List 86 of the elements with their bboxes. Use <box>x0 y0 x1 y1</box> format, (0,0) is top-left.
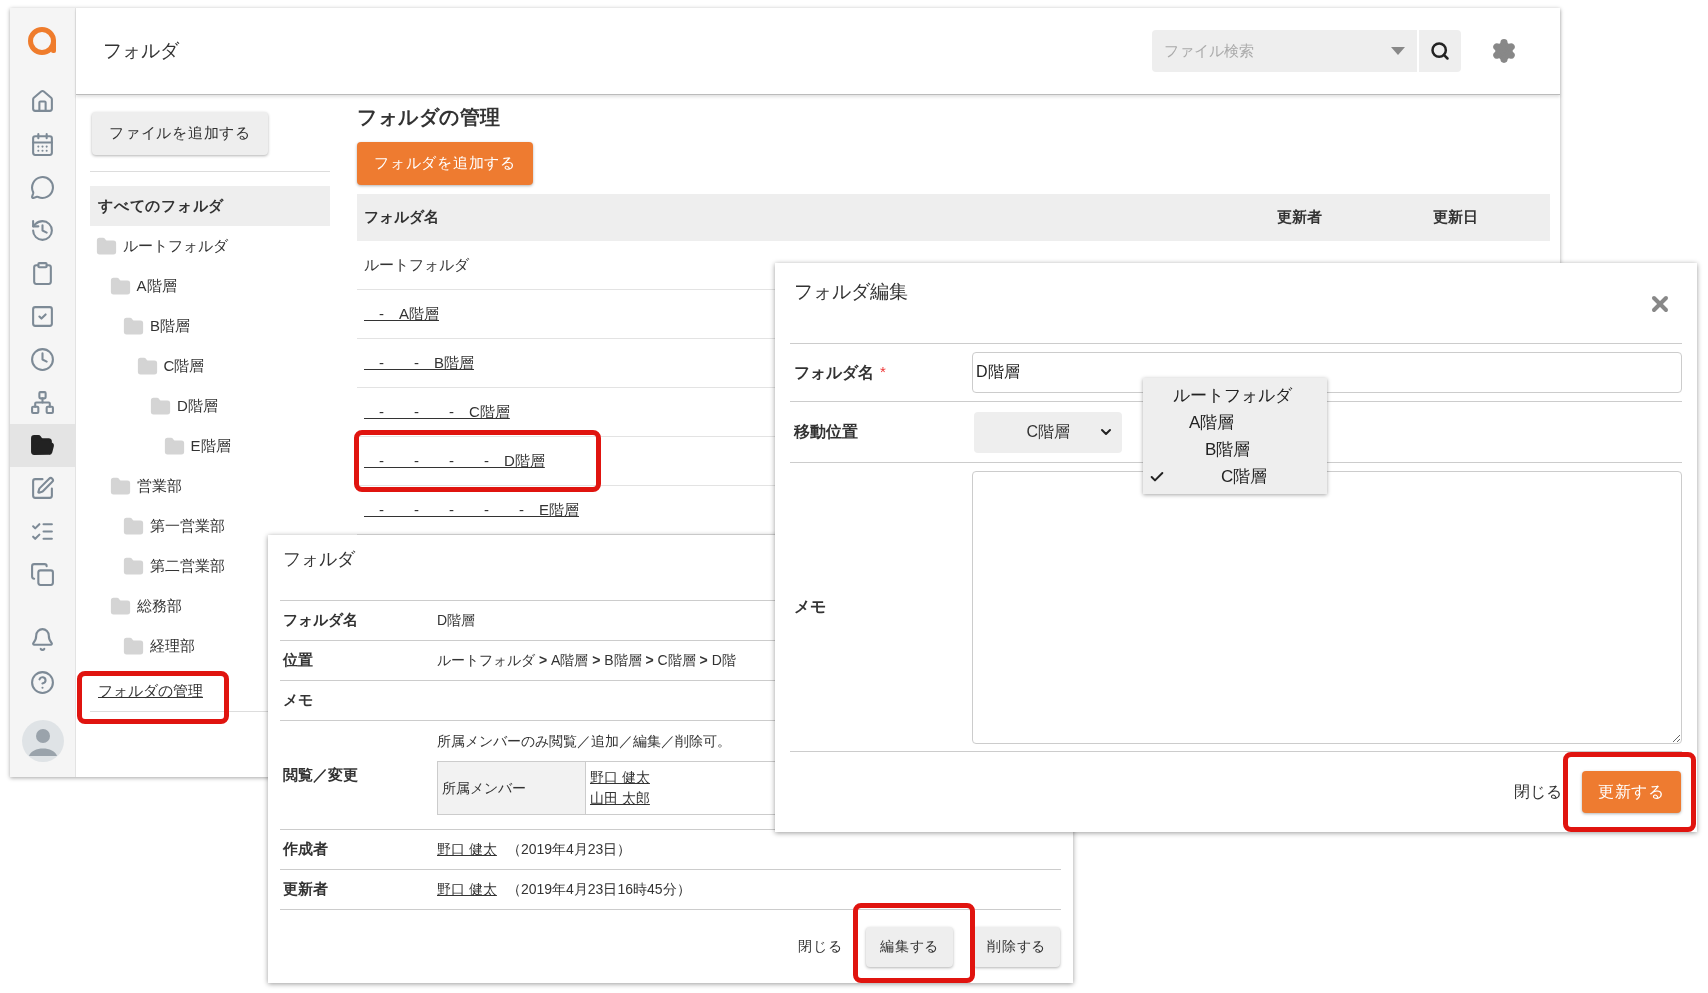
tree-item[interactable]: 経理部 <box>150 634 195 658</box>
folder-link[interactable]: - - B階層 <box>364 351 474 375</box>
folder-link[interactable]: - A階層 <box>364 302 439 326</box>
close-button[interactable]: 閉じる <box>1509 771 1566 813</box>
column-header: フォルダ名 <box>364 207 440 228</box>
column-header: 更新日 <box>1433 207 1479 228</box>
search-input[interactable]: ファイル検索 <box>1164 39 1391 63</box>
folder-icon <box>96 235 117 257</box>
user-link[interactable]: 野口 健太 <box>437 839 497 860</box>
column-header: 更新者 <box>1277 207 1323 228</box>
field-value: （2019年4月23日16時45分） <box>506 880 691 899</box>
folder-icon <box>163 435 185 457</box>
field-value: D階層 <box>437 611 476 630</box>
field-label: フォルダ名 <box>794 362 874 383</box>
dialog-title: フォルダ <box>283 548 356 571</box>
table-cell: 所属メンバー <box>438 762 586 814</box>
user-link[interactable]: 野口 健太 <box>437 879 497 900</box>
page-title: フォルダ <box>103 38 179 63</box>
dropdown-option[interactable]: C階層 <box>1143 463 1327 490</box>
tree-item[interactable]: 第一営業部 <box>150 514 225 538</box>
hierarchy-icon <box>30 390 55 415</box>
field-value: ルートフォルダ > A階層 > B階層 > C階層 > D階 <box>437 651 736 670</box>
permission-note: 所属メンバーのみ閲覧／追加／編集／削除可。 <box>437 732 732 751</box>
field-label: メモ <box>793 597 827 617</box>
dropdown-option[interactable]: B階層 <box>1143 436 1327 463</box>
section-title: フォルダの管理 <box>357 105 502 130</box>
avatar <box>21 720 64 762</box>
chat-icon <box>30 175 55 200</box>
dialog-title: フォルダ編集 <box>794 280 908 304</box>
dropdown-option[interactable]: A階層 <box>1143 409 1327 436</box>
tree-item[interactable]: ルートフォルダ <box>123 234 228 258</box>
member-link[interactable]: 山田 太郎 <box>590 788 650 809</box>
nav-item[interactable] <box>10 424 75 467</box>
dialog-button[interactable]: 編集する <box>866 926 954 967</box>
folder-icon <box>136 355 158 377</box>
table-cell-text: ルートフォルダ <box>364 254 469 275</box>
folder-link[interactable]: - - - - D階層 <box>364 449 545 473</box>
required-mark: * <box>880 362 886 383</box>
tree-item[interactable]: E階層 <box>190 434 231 458</box>
folder-icon <box>123 555 144 577</box>
add-file-button[interactable]: ファイルを追加する <box>92 112 268 155</box>
close-button[interactable]: 閉じる <box>794 926 847 967</box>
field-label: 閲覧／変更 <box>282 764 359 785</box>
tree-item[interactable]: B階層 <box>150 314 190 338</box>
folder-icon <box>123 315 144 337</box>
history-icon <box>30 218 55 243</box>
field-label: 移動位置 <box>792 422 859 442</box>
location-select[interactable]: C階層 <box>974 411 1122 453</box>
folder-link[interactable]: - - - - - E階層 <box>364 498 579 522</box>
folder-icon <box>30 433 55 458</box>
folder-icon <box>123 515 144 537</box>
help-icon <box>30 670 55 695</box>
copy-icon <box>30 562 55 587</box>
clipboard-icon <box>30 261 55 286</box>
folder-icon <box>123 635 144 657</box>
member-link[interactable]: 野口 健太 <box>590 767 650 788</box>
field-label: メモ <box>282 690 314 711</box>
caret-icon <box>1391 47 1405 55</box>
tree-item[interactable]: すべてのフォルダ <box>90 186 330 226</box>
search-field[interactable]: ファイル検索 <box>1152 30 1417 72</box>
folder-icon <box>109 475 131 497</box>
folder-icon <box>109 595 131 617</box>
tree-item[interactable]: 第二営業部 <box>150 554 225 578</box>
edit-icon <box>30 476 55 501</box>
dialog-button[interactable]: 削除する <box>973 926 1060 967</box>
search-icon <box>1430 41 1450 61</box>
tree-item[interactable]: 営業部 <box>136 474 182 498</box>
checkbox-icon <box>30 304 55 329</box>
folder-icon <box>109 275 131 297</box>
tree-item[interactable]: 総務部 <box>136 594 182 618</box>
folder-icon <box>150 395 171 417</box>
bell-icon <box>30 627 55 652</box>
field-label: 更新者 <box>282 879 329 900</box>
search-button[interactable] <box>1419 30 1461 72</box>
field-label: フォルダ名 <box>282 610 359 631</box>
manage-folders-link[interactable]: フォルダの管理 <box>98 680 203 703</box>
tree-item[interactable]: C階層 <box>163 354 205 378</box>
field-label: 位置 <box>281 650 314 671</box>
tree-item[interactable]: D階層 <box>177 394 218 418</box>
field-value: （2019年4月23日） <box>506 840 632 859</box>
home-icon <box>30 89 55 114</box>
folder-link[interactable]: - - - C階層 <box>364 400 510 424</box>
field-label: 作成者 <box>282 839 329 860</box>
calendar-icon <box>30 132 55 157</box>
tree-item[interactable]: A階層 <box>136 274 177 298</box>
clock-icon <box>30 347 55 372</box>
